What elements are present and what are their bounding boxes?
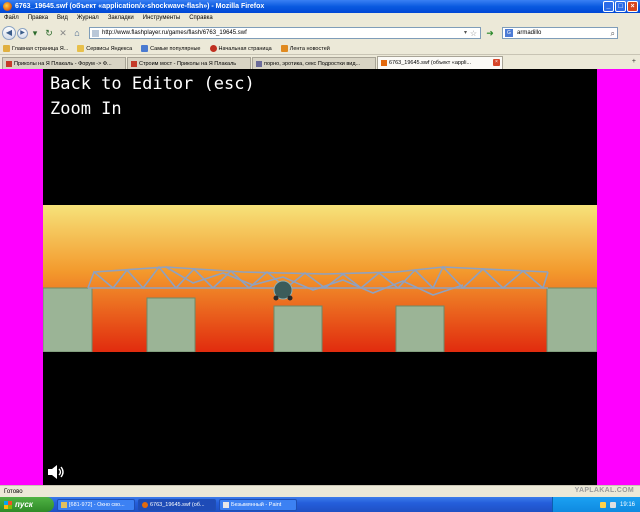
menu-bookmarks[interactable]: Закладки (108, 15, 134, 21)
menu-tools[interactable]: Инструменты (143, 15, 180, 21)
window-title: 6763_19645.swf (объект «application/x-sh… (15, 3, 265, 10)
new-tab-icon[interactable]: + (632, 58, 636, 65)
forward-button[interactable]: ▶ (17, 27, 28, 39)
pillar-2 (273, 305, 323, 352)
url-dropdown-icon[interactable]: ▾ (464, 28, 467, 39)
tab-other[interactable]: порно, эротика, секс Подростки вид... (252, 57, 376, 69)
bookmark-item[interactable]: Лента новостей (280, 45, 330, 52)
zoom-in-button[interactable]: Zoom In (50, 99, 122, 119)
stop-icon[interactable]: ✕ (57, 27, 69, 39)
rss-icon (280, 45, 288, 52)
right-cliff (546, 287, 597, 352)
bookmark-icon (141, 45, 149, 52)
navigation-toolbar: ◀ ▶ ▾ ↻ ✕ ⌂ http://www.flashplayer.ru/ga… (0, 23, 640, 43)
left-cliff (43, 287, 93, 352)
history-dropdown-icon[interactable]: ▾ (29, 27, 41, 39)
taskbar-item-firefox[interactable]: 6763_19645.swf (об... (138, 498, 216, 511)
tab-label: 6763_19645.swf (объект «appli... (389, 60, 472, 66)
tray-icon[interactable] (599, 501, 606, 508)
go-icon[interactable]: ➜ (484, 27, 496, 39)
home-icon[interactable]: ⌂ (71, 27, 83, 39)
bookmark-icon (3, 45, 10, 52)
folder-icon (77, 45, 85, 52)
tab-label: Строим мост - Приколы на Я Плакаль (139, 60, 237, 67)
windows-flag-icon (4, 500, 12, 509)
search-input[interactable]: armadillo (517, 30, 541, 36)
menu-bar: Файл Правка Вид Журнал Закладки Инструме… (0, 13, 640, 23)
bookmark-label: Лента новостей (289, 45, 330, 52)
bookmark-label: Главная страница Я... (12, 45, 69, 52)
menu-help[interactable]: Справка (189, 15, 213, 21)
menu-file[interactable]: Файл (4, 15, 19, 21)
speaker-icon[interactable] (47, 464, 65, 480)
taskbar-item-label: 6763_19645.swf (об... (150, 501, 205, 508)
start-label: пуск (15, 500, 33, 509)
search-bar[interactable]: G armadillo ⌕ (502, 27, 618, 39)
window-title-bar[interactable]: 6763_19645.swf (объект «application/x-sh… (0, 0, 640, 13)
tab-bar: Приколы на Я Плакаль - Форум -> Ф... Стр… (0, 56, 640, 69)
bookmarks-toolbar: Главная страница Я... Сервисы Яндекса Са… (0, 43, 640, 55)
page-content: Back to Editor (esc) Zoom In (0, 69, 640, 485)
bridge-scene (43, 205, 597, 352)
vehicle-wheel (273, 295, 279, 301)
back-button[interactable]: ◀ (2, 26, 16, 40)
tab-favicon-icon (381, 60, 387, 66)
taskbar-item-paint[interactable]: Безымянный - Paint (219, 498, 297, 511)
search-engine-icon[interactable]: G (505, 29, 513, 37)
start-button[interactable]: пуск (0, 497, 54, 512)
pillar-1 (146, 297, 196, 352)
paint-icon (223, 501, 229, 508)
bookmark-item[interactable]: Начальная страница (209, 45, 272, 52)
back-to-editor-button[interactable]: Back to Editor (esc) (50, 74, 255, 94)
bookmark-icon (209, 45, 217, 52)
maximize-button[interactable]: □ (615, 1, 626, 12)
bookmark-label: Начальная страница (218, 45, 272, 52)
flash-game[interactable]: Back to Editor (esc) Zoom In (43, 69, 597, 485)
clock[interactable]: 19:16 (620, 502, 635, 508)
bookmark-label: Самые популярные (150, 45, 201, 52)
status-text: Готово (4, 488, 23, 495)
bookmark-item[interactable]: Сервисы Яндекса (77, 45, 132, 52)
status-bar: Готово (0, 485, 640, 497)
search-icon[interactable]: ⌕ (611, 28, 615, 39)
vehicle-wheel (287, 295, 293, 301)
minimize-button[interactable]: _ (603, 1, 614, 12)
folder-icon (61, 501, 67, 508)
taskbar-item-folder[interactable]: [681-972] - Окно сво... (57, 498, 135, 511)
screen: 6763_19645.swf (объект «application/x-sh… (0, 0, 640, 512)
taskbar-item-label: [681-972] - Окно сво... (69, 501, 125, 508)
url-text[interactable]: http://www.flashplayer.ru/games/flash/67… (102, 30, 247, 36)
tab-favicon-icon (131, 60, 137, 67)
menu-history[interactable]: Журнал (77, 15, 99, 21)
menu-edit[interactable]: Правка (28, 15, 48, 21)
firefox-icon (3, 2, 12, 11)
system-tray: 19:16 (552, 497, 640, 512)
watermark-logo: YAPLAKAL.COM (574, 487, 634, 494)
bookmark-item[interactable]: Самые популярные (141, 45, 201, 52)
tab-close-icon[interactable]: × (493, 59, 500, 66)
menu-view[interactable]: Вид (57, 15, 68, 21)
tab-label: порно, эротика, секс Подростки вид... (264, 60, 361, 67)
firefox-icon (142, 501, 148, 508)
tab-yaplakal-forum[interactable]: Приколы на Я Плакаль - Форум -> Ф... (2, 57, 126, 69)
taskbar: пуск [681-972] - Окно сво... 6763_19645.… (0, 497, 640, 512)
url-bar[interactable]: http://www.flashplayer.ru/games/flash/67… (89, 27, 481, 39)
bookmark-star-icon[interactable]: ☆ (470, 28, 477, 39)
tab-label: Приколы на Я Плакаль - Форум -> Ф... (14, 60, 112, 67)
tray-icon[interactable] (609, 501, 616, 508)
taskbar-item-label: Безымянный - Paint (231, 501, 282, 508)
reload-icon[interactable]: ↻ (43, 27, 55, 39)
close-button[interactable]: × (627, 1, 638, 12)
bookmark-item[interactable]: Главная страница Я... (3, 45, 68, 52)
tab-bridge[interactable]: Строим мост - Приколы на Я Плакаль (127, 57, 251, 69)
page-favicon-icon (92, 29, 99, 37)
tab-favicon-icon (6, 60, 12, 67)
tab-swf[interactable]: 6763_19645.swf (объект «appli... × (377, 56, 503, 69)
window-controls: _ □ × (603, 1, 638, 12)
tab-favicon-icon (256, 60, 262, 67)
pillar-3 (395, 305, 445, 352)
bookmark-label: Сервисы Яндекса (86, 45, 133, 52)
